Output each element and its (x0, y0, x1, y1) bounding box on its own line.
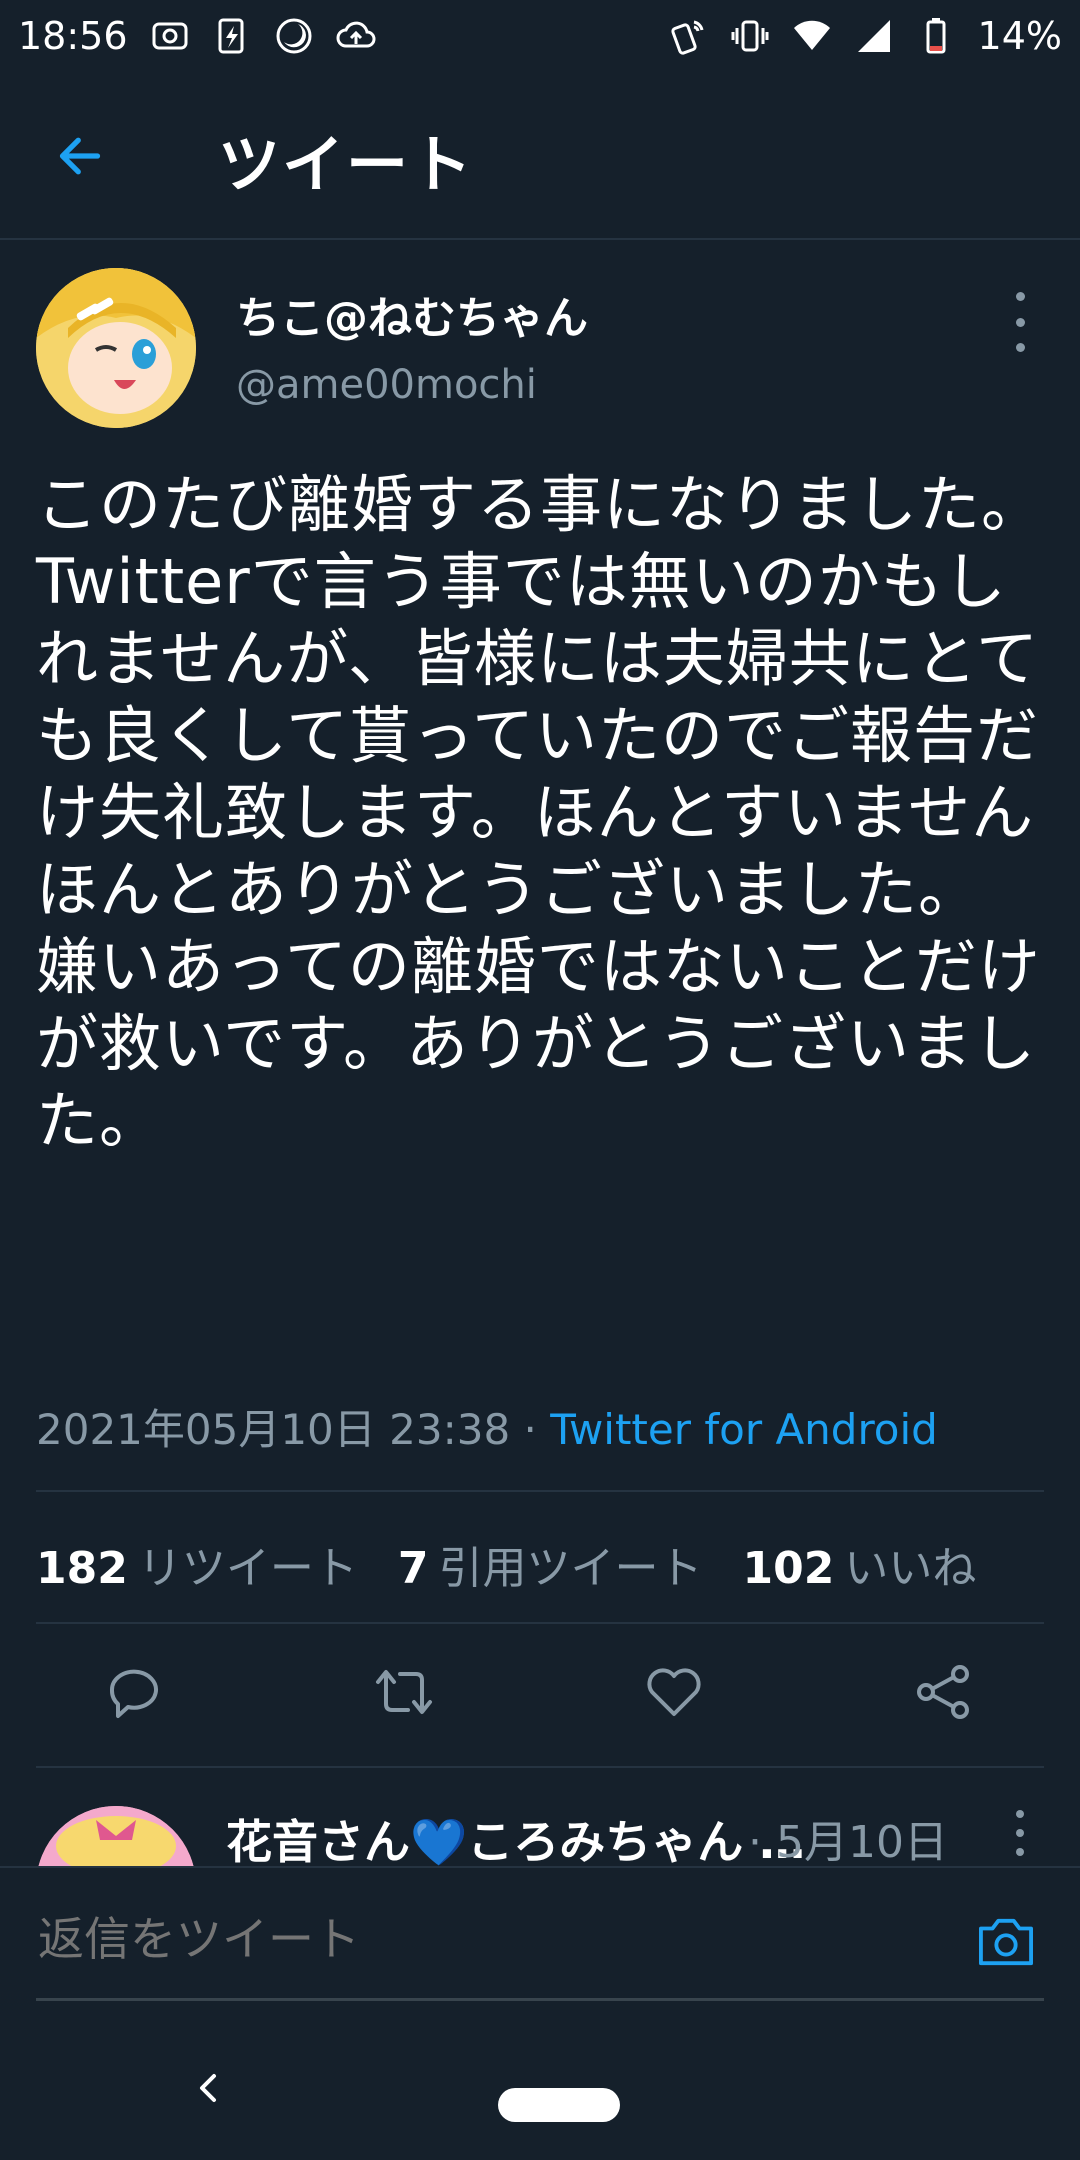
system-nav-bar (0, 2016, 1080, 2160)
moon-icon (274, 16, 314, 56)
tweet-stats: 182 リツイート 7 引用ツイート 102 いいね (36, 1532, 976, 1596)
reply-avatar[interactable] (36, 1806, 196, 1866)
status-bar-right: 14% (668, 14, 1062, 58)
likes-stat[interactable]: 102 いいね (742, 1532, 976, 1596)
more-dot-icon (1016, 1848, 1024, 1856)
author-avatar[interactable] (36, 268, 196, 428)
nav-back-button[interactable] (188, 2068, 228, 2108)
tweet-source-link[interactable]: Twitter for Android (550, 1405, 938, 1454)
reply-date: · 5月10日 (748, 1817, 948, 1866)
retweets-stat[interactable]: 182 リツイート (36, 1532, 358, 1596)
nfc-icon (668, 16, 708, 56)
share-icon (917, 1665, 969, 1719)
tweet-actions (0, 1622, 1080, 1762)
back-button[interactable] (48, 124, 112, 188)
more-dot-icon (1015, 343, 1025, 352)
retweet-icon (376, 1670, 432, 1714)
more-dot-icon (1015, 317, 1025, 327)
clock: 18:56 (18, 14, 128, 58)
reply-composer (0, 1866, 1080, 2016)
author-name[interactable]: ちこ@ねむちゃん (236, 282, 588, 346)
share-button[interactable] (904, 1652, 984, 1732)
reply-icon (109, 1669, 158, 1718)
lightning-icon (212, 16, 252, 56)
quotes-stat[interactable]: 7 引用ツイート (398, 1532, 703, 1596)
signal-icon (854, 16, 894, 56)
reply-more-options-button[interactable] (1010, 1810, 1030, 1856)
more-dot-icon (1016, 1810, 1024, 1818)
radio-icon (150, 16, 190, 56)
chevron-left-icon (200, 2074, 216, 2102)
top-app-bar: ツイート (0, 72, 1080, 240)
more-options-button[interactable] (1002, 292, 1038, 352)
camera-button[interactable] (970, 1910, 1042, 1974)
tweet-meta: 2021年05月10日 23:38 · Twitter for Android (36, 1396, 938, 1457)
anime-avatar-image (36, 268, 196, 428)
reply-button[interactable] (94, 1652, 174, 1732)
arrow-left-icon (59, 137, 101, 175)
divider (36, 1490, 1044, 1492)
retweet-button[interactable] (364, 1652, 444, 1732)
anime-avatar-image (36, 1806, 196, 1866)
tweet-timestamp[interactable]: 2021年05月10日 23:38 (36, 1405, 510, 1454)
page-title: ツイート (218, 128, 475, 201)
more-dot-icon (1015, 292, 1025, 301)
blue-heart-icon: 💙 (410, 1815, 468, 1866)
reply-author-name[interactable]: 花音さん💙ころみちゃん … (226, 1806, 805, 1866)
reply-input[interactable] (36, 1908, 940, 1970)
meta-separator: · (510, 1405, 551, 1454)
author-handle[interactable]: @ame00mochi (236, 362, 537, 408)
vibrate-icon (730, 16, 770, 56)
nav-home-pill[interactable] (498, 2088, 620, 2122)
wifi-icon (792, 16, 832, 56)
input-underline (36, 1998, 1044, 2001)
camera-icon (979, 1918, 1033, 1966)
status-bar-left: 18:56 (18, 14, 376, 58)
cloud-upload-icon (336, 16, 376, 56)
reply-preview[interactable]: 花音さん💙ころみちゃん … · 5月10日 (0, 1766, 1080, 1866)
tweet-text: このたび離婚する事になりました。 Twitterで言う事では無いのかもしれません… (36, 468, 1045, 1157)
battery-icon (916, 16, 956, 56)
status-bar: 18:56 14% (0, 0, 1080, 72)
more-dot-icon (1016, 1829, 1024, 1837)
heart-icon (647, 1668, 701, 1716)
battery-percent: 14% (977, 14, 1062, 58)
like-button[interactable] (634, 1652, 714, 1732)
